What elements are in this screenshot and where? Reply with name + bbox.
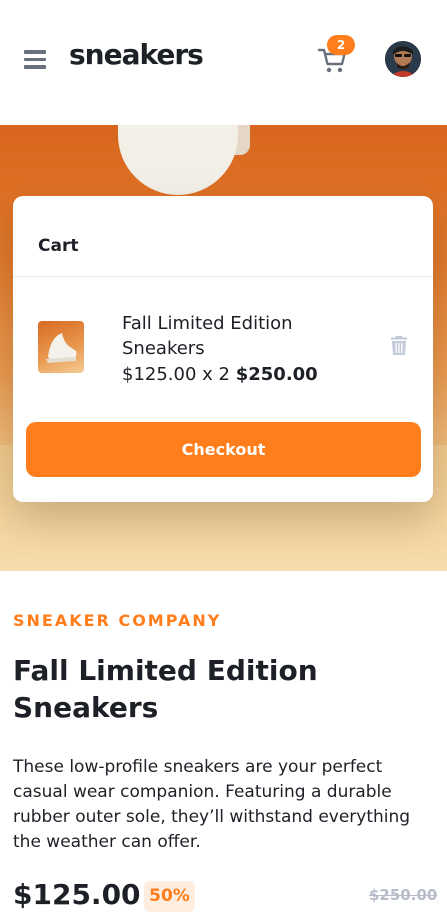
checkout-button[interactable]: Checkout (26, 422, 421, 477)
hamburger-menu-icon[interactable] (24, 50, 46, 69)
trash-icon (391, 336, 407, 355)
product-title: Fall Limited Edition Sneakers (13, 654, 318, 724)
original-price: $250.00 (369, 886, 438, 904)
company-label: SNEAKER COMPANY (13, 611, 222, 630)
cart-panel: Cart Fall Limited Edition Sneakers $125.… (13, 196, 433, 502)
site-logo[interactable]: sneakers (69, 38, 204, 71)
cart-item-unit-price: $125.00 x 2 (122, 364, 230, 385)
current-price: $125.00 (13, 878, 141, 911)
cart-divider (13, 276, 433, 277)
cart-title: Cart (38, 236, 79, 256)
user-avatar[interactable] (385, 41, 421, 77)
cart-item-name: Fall Limited Edition Sneakers (122, 313, 293, 359)
site-header: sneakers 2 (0, 0, 447, 122)
product-description: These low-profile sneakers are your perf… (13, 757, 411, 852)
discount-badge: 50% (144, 881, 195, 912)
cart-item-total: $250.00 (235, 364, 318, 385)
cart-item-price-line: $125.00 x 2 $250.00 (122, 362, 318, 387)
cart-item-thumbnail (38, 321, 84, 373)
cart-count-badge: 2 (327, 35, 355, 55)
sneaker-heel-shape (118, 125, 238, 195)
delete-item-button[interactable] (391, 336, 407, 355)
